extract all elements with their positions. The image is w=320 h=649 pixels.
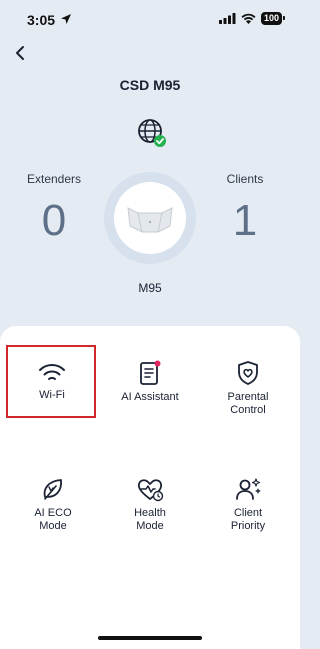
router-name: M95 [138,281,162,295]
back-chevron-icon[interactable] [14,44,28,62]
health-mode-label: Health Mode [134,507,166,532]
client-priority-label: Client Priority [230,507,266,532]
status-bar: 3:05 100 [0,0,300,40]
router-device-icon [127,207,173,233]
page-title: CSD M95 [119,77,181,93]
status-icons: 100 [218,12,286,25]
ai-assistant-tile[interactable]: AI Assistant [100,360,200,404]
eco-leaf-icon [43,479,62,500]
location-arrow-icon [61,14,71,24]
router-image-circle [114,182,186,254]
wifi-highlight-box [6,345,96,418]
parental-control-icon [238,361,258,385]
client-priority-icon [236,478,261,500]
wifi-status-icon [241,13,256,24]
client-priority-tile[interactable]: Client Priority [198,476,298,533]
extenders-count[interactable]: 0 [14,196,94,246]
clients-count[interactable]: 1 [205,196,285,246]
router-image[interactable] [104,172,196,264]
parental-control-label: Parental Control [227,391,269,416]
parental-control-tile[interactable]: Parental Control [198,360,298,417]
home-indicator[interactable] [98,636,202,640]
health-mode-tile[interactable]: Health Mode [100,476,200,533]
ai-assistant-icon [140,360,161,385]
ai-eco-mode-label: AI ECO Mode [34,507,72,532]
battery-indicator: 100 [260,12,286,25]
clients-label: Clients [226,172,264,186]
health-heart-icon [137,479,164,502]
ai-eco-mode-tile[interactable]: AI ECO Mode [3,476,103,533]
internet-globe-icon[interactable] [136,117,168,149]
extenders-label: Extenders [26,172,82,186]
cellular-signal-icon [218,13,236,24]
status-time: 3:05 [27,12,56,28]
ai-assistant-label: AI Assistant [121,391,179,403]
